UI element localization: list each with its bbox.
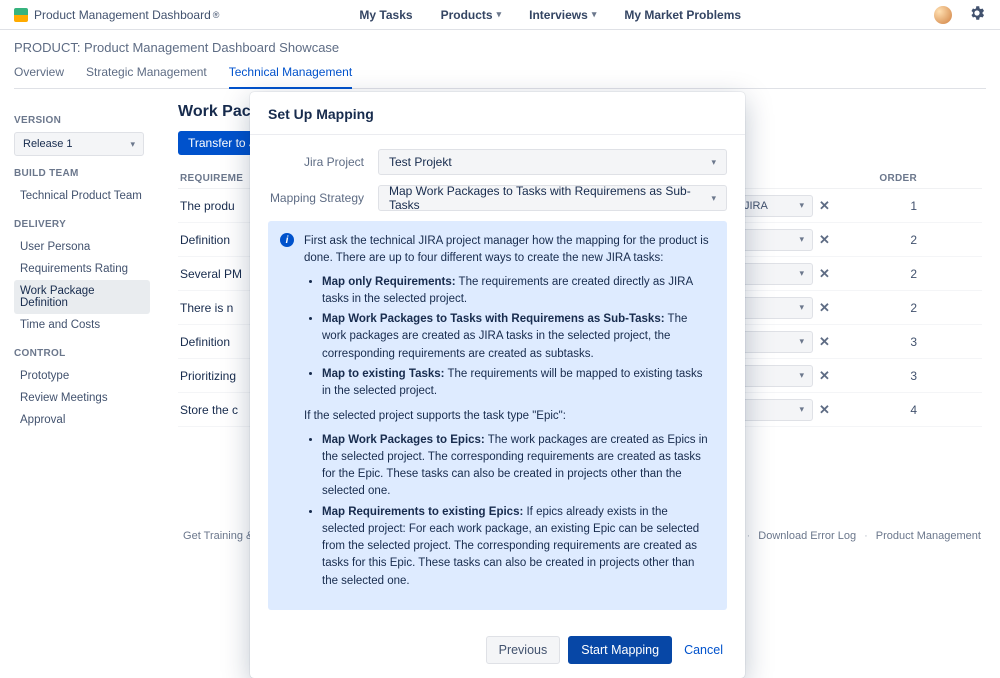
order-cell: 1 [863,199,923,213]
order-cell: 4 [863,403,923,417]
avatar[interactable] [934,6,952,24]
sidebar-item-time-costs[interactable]: Time and Costs [14,314,150,336]
info-panel: i First ask the technical JIRA project m… [268,221,727,610]
chevron-down-icon: ▾ [799,336,804,347]
info-list-item: Map to existing Tasks: The requirements … [322,366,713,401]
group-build-team: BUILD TEAM [14,168,150,179]
info-icon: i [280,233,294,247]
order-cell: 2 [863,233,923,247]
chevron-down-icon: ▾ [592,9,597,20]
nav-products[interactable]: Products▾ [441,8,502,22]
page-tabs: Overview Strategic Management Technical … [14,65,986,89]
brand-registered: ® [213,10,220,20]
previous-button[interactable]: Previous [486,636,561,664]
group-delivery: DELIVERY [14,219,150,230]
clear-icon[interactable]: ✕ [819,266,830,282]
order-cell: 2 [863,267,923,281]
clear-icon[interactable]: ✕ [819,368,830,384]
jira-project-label: Jira Project [268,155,378,169]
settings-gear-icon[interactable] [968,4,986,25]
sidebar-item-req-rating[interactable]: Requirements Rating [14,258,150,280]
info-list-item: Map Work Packages to Epics: The work pac… [322,432,713,501]
clear-icon[interactable]: ✕ [819,402,830,418]
cancel-button[interactable]: Cancel [680,636,727,664]
sidebar-item-user-persona[interactable]: User Persona [14,236,150,258]
brand-name: Product Management Dashboard [34,8,211,22]
sidebar-item-review-meetings[interactable]: Review Meetings [14,387,150,409]
brand-logo[interactable]: Product Management Dashboard ® [14,8,219,22]
chevron-down-icon: ▾ [711,193,716,204]
mapping-strategy-label: Mapping Strategy [268,191,378,205]
nav-my-tasks[interactable]: My Tasks [359,8,412,22]
tab-technical[interactable]: Technical Management [229,65,352,89]
nav-market-problems[interactable]: My Market Problems [624,8,741,22]
chevron-down-icon: ▾ [711,157,716,168]
col-order: ORDER [863,173,923,184]
top-nav: Product Management Dashboard ® My Tasks … [0,0,1000,30]
chevron-down-icon: ▾ [799,302,804,313]
mapping-strategy-select[interactable]: Map Work Packages to Tasks with Requirem… [378,185,727,211]
info-list-item: Map only Requirements: The requirements … [322,274,713,309]
clear-icon[interactable]: ✕ [819,334,830,350]
tab-strategic[interactable]: Strategic Management [86,65,207,88]
sidebar-item-tech-product-team[interactable]: Technical Product Team [14,185,150,207]
info-epic-note: If the selected project supports the tas… [304,408,713,425]
sub-header: PRODUCT: Product Management Dashboard Sh… [0,30,1000,89]
breadcrumb: PRODUCT: Product Management Dashboard Sh… [14,40,986,55]
info-intro: First ask the technical JIRA project man… [304,233,713,268]
version-select[interactable]: Release 1 ▾ [14,132,144,156]
setup-mapping-modal: Set Up Mapping Jira Project Test Projekt… [250,92,745,678]
chevron-down-icon: ▾ [799,200,804,211]
chevron-down-icon: ▾ [497,9,502,20]
jira-project-select[interactable]: Test Projekt ▾ [378,149,727,175]
version-label: VERSION [14,115,150,126]
clear-icon[interactable]: ✕ [819,300,830,316]
chevron-down-icon: ▾ [799,268,804,279]
chevron-down-icon: ▾ [799,234,804,245]
clear-icon[interactable]: ✕ [819,232,830,248]
order-cell: 3 [863,335,923,349]
order-cell: 2 [863,301,923,315]
chevron-down-icon: ▾ [799,370,804,381]
chevron-down-icon: ▾ [799,404,804,415]
modal-title: Set Up Mapping [250,92,745,135]
brand-logo-mark [14,8,28,22]
info-list-item: Map Work Packages to Tasks with Requirem… [322,311,713,363]
info-list-item: Map Requirements to existing Epics: If e… [322,504,713,590]
sidebar-item-prototype[interactable]: Prototype [14,365,150,387]
main-nav: My Tasks Products▾ Interviews▾ My Market… [359,8,741,22]
clear-icon[interactable]: ✕ [819,198,830,214]
nav-interviews[interactable]: Interviews▾ [529,8,596,22]
tab-overview[interactable]: Overview [14,65,64,88]
left-sidebar: VERSION Release 1 ▾ BUILD TEAM Technical… [0,89,160,562]
sidebar-item-approval[interactable]: Approval [14,409,150,431]
footer-link[interactable]: Download Error Log [758,530,856,542]
chevron-down-icon: ▾ [130,139,135,150]
order-cell: 3 [863,369,923,383]
group-control: CONTROL [14,348,150,359]
start-mapping-button[interactable]: Start Mapping [568,636,672,664]
sidebar-item-wp-definition[interactable]: Work Package Definition [14,280,150,314]
